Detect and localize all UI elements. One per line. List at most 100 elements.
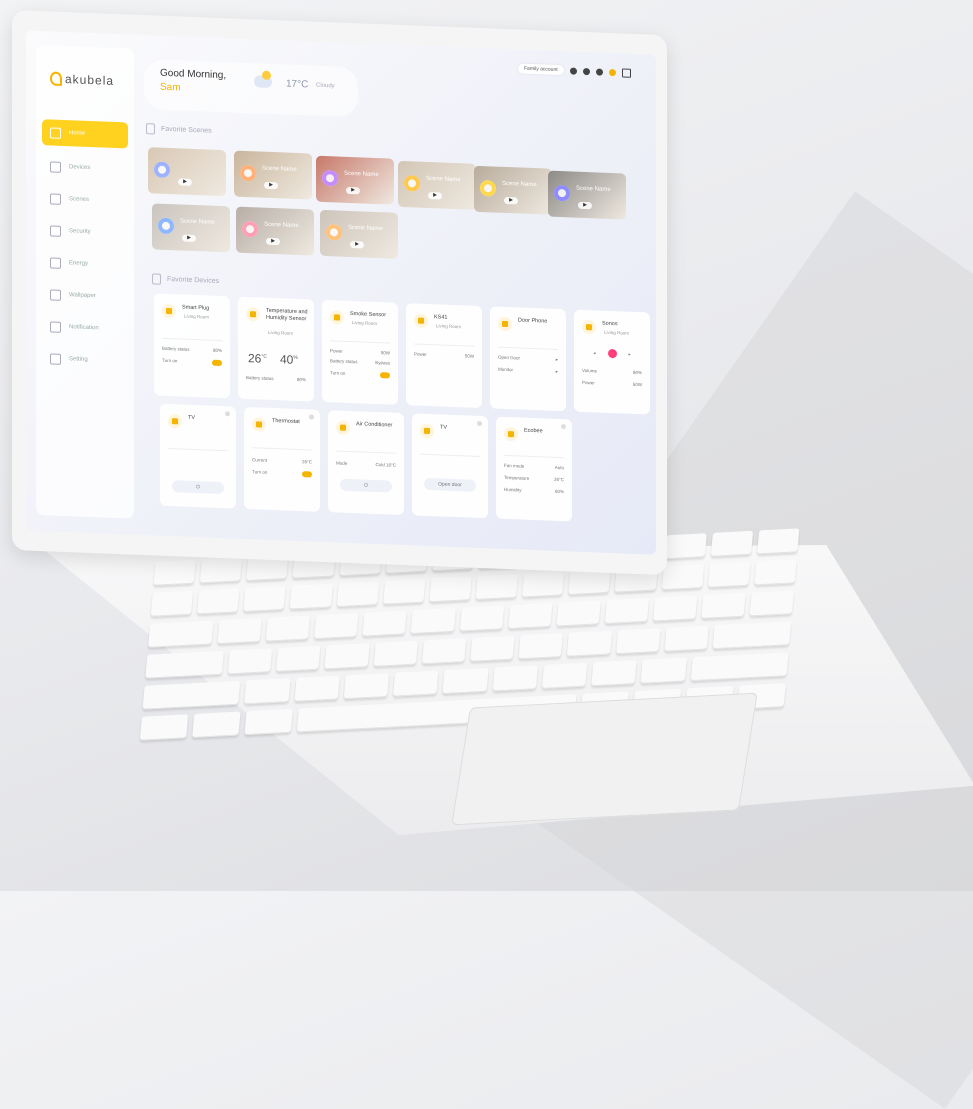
tv-icon [168,413,182,429]
speaker-icon [582,319,596,335]
device-card-air-conditioner[interactable]: Air Conditioner Mode Cold 16°C ⏻ [328,410,404,516]
scene-label: Scene Name [262,165,297,173]
thermostat-icon [252,417,266,432]
device-card-temp-sensor[interactable]: Temperature and Humidity Sensor Living R… [238,296,314,402]
scene-icon [322,169,338,187]
monitor-action[interactable]: Monitor [498,367,513,374]
plug-icon [162,303,176,319]
scene-tile[interactable]: ▶ [148,147,226,197]
sidebar-nav: Home Devices Scenes Security Energy Wall… [42,119,128,382]
plug-toggle[interactable] [212,359,222,367]
mic-icon[interactable] [582,67,590,75]
smoke-icon [330,310,344,325]
weather-condition: Cloudy [316,82,335,90]
user-name: Sam [160,81,181,94]
tv-icon [420,423,434,439]
scene-tile[interactable]: Scene Name ▶ [398,160,476,210]
scene-tile[interactable]: Scene Name ▶ [474,165,552,215]
sidebar: akubela Home Devices Scenes Security Ene… [36,44,134,519]
scene-tile[interactable]: Scene Name ▶ [234,150,312,200]
open-door-button[interactable]: Open door [424,477,476,492]
scene-play-button[interactable]: ▶ [350,240,364,249]
scene-tile[interactable]: Scene Name ▶ [548,170,626,220]
scene-tile[interactable]: Scene Name ▶ [152,203,230,253]
scene-icon [480,179,496,197]
favorite-scenes-title: Favorite Scenes [146,123,212,137]
sidebar-item-wallpaper[interactable]: Wallpaper [42,283,128,308]
scene-label: Scene Name [344,170,379,179]
prev-icon[interactable]: ◂ [593,350,595,356]
logout-icon[interactable] [621,67,631,78]
shield-icon [50,224,61,237]
trackpad[interactable] [451,692,758,826]
scene-play-button[interactable]: ▶ [266,237,280,246]
scene-icon [326,224,342,241]
avatar[interactable] [608,68,616,76]
device-card-smart-plug[interactable]: Smart Plug Living Room Battery status 80%… [154,293,230,399]
sidebar-item-setting[interactable]: Setting [42,347,128,372]
sidebar-item-notification[interactable]: Notification [42,315,128,340]
top-bar: Family account [518,63,631,78]
temperature: 17°C [286,78,309,91]
greeting-text: Good Morning, [160,67,227,82]
scene-tile[interactable]: Scene Name ▶ [236,206,314,256]
device-card-tv-2[interactable]: TV Open door [412,413,488,519]
next-icon[interactable]: ▸ [629,351,631,357]
energy-icon [50,256,61,269]
ac-icon [336,420,350,435]
tv-power-button[interactable]: ⏻ [172,480,224,495]
scene-label: Scene Name [502,180,537,189]
device-card-ecobee[interactable]: Ecobee Fan mode Auto Temperature 26°C Humi… [496,416,572,522]
sidebar-item-devices[interactable]: Devices [42,155,128,180]
ac-power-button[interactable]: ⏻ [340,478,392,493]
device-card-door-phone[interactable]: Door Phone Open Door ▸ Monitor ▸ [490,306,566,412]
scene-label: Scene Name [180,218,215,226]
settings-icon[interactable] [569,66,577,75]
scene-icon [158,217,174,235]
sidebar-item-energy[interactable]: Energy [42,251,128,276]
scene-play-button[interactable]: ▶ [182,234,196,243]
device-card-smoke-sensor[interactable]: Smoke Sensor Living Room Power 50W Batter… [322,299,398,405]
logo-icon [50,71,62,86]
device-card-ks41[interactable]: KS41 Living Room Power 50W [406,303,482,409]
sidebar-item-security[interactable]: Security [42,219,128,244]
scene-icon [240,164,256,182]
scene-play-button[interactable]: ▶ [178,178,192,186]
account-selector[interactable]: Family account [518,63,564,76]
sidebar-item-scenes[interactable]: Scenes [42,187,128,212]
scene-icon [554,184,570,202]
scene-label: Scene Name [426,175,461,184]
door-phone-icon [498,316,512,332]
app-logo: akubela [50,71,114,88]
fan-mode-select[interactable]: Auto [555,465,564,470]
scene-tile[interactable]: Scene Name ▶ [316,155,394,205]
image-icon [50,288,61,301]
panel-icon [414,313,428,328]
scene-icon [404,175,420,192]
device-card-thermostat[interactable]: Thermostat Current 26°C Turn on [244,406,320,512]
scene-play-button[interactable]: ▶ [346,186,360,195]
moon-icon[interactable] [595,67,603,76]
devices-icon [152,273,161,285]
scenes-icon [50,192,61,205]
scene-icon [154,161,170,179]
thermostat-toggle[interactable] [302,471,312,478]
scene-play-button[interactable]: ▶ [428,191,442,200]
play-button[interactable] [607,348,617,359]
scene-tile[interactable]: Scene Name ▶ [320,209,398,259]
scene-play-button[interactable]: ▶ [264,181,278,190]
open-door-action[interactable]: Open Door [498,355,520,362]
greeting-card: Good Morning, Sam 17°C Cloudy [144,59,358,118]
bell-icon [50,320,61,333]
ecobee-icon [504,426,518,442]
device-card-sonos[interactable]: Sonos Living Room ◂ ▸ Volume 80% Power 50W [574,309,650,415]
device-card-tv-1[interactable]: TV ⏻ [160,403,236,509]
scene-label: Scene Name [576,185,611,193]
scene-play-button[interactable]: ▶ [504,196,518,205]
scene-play-button[interactable]: ▶ [578,201,592,210]
sidebar-item-home[interactable]: Home [42,119,128,149]
devices-icon [50,160,61,173]
scene-icon [242,220,258,238]
app-screen: akubela Home Devices Scenes Security Ene… [26,30,656,555]
smoke-toggle[interactable] [380,372,390,379]
